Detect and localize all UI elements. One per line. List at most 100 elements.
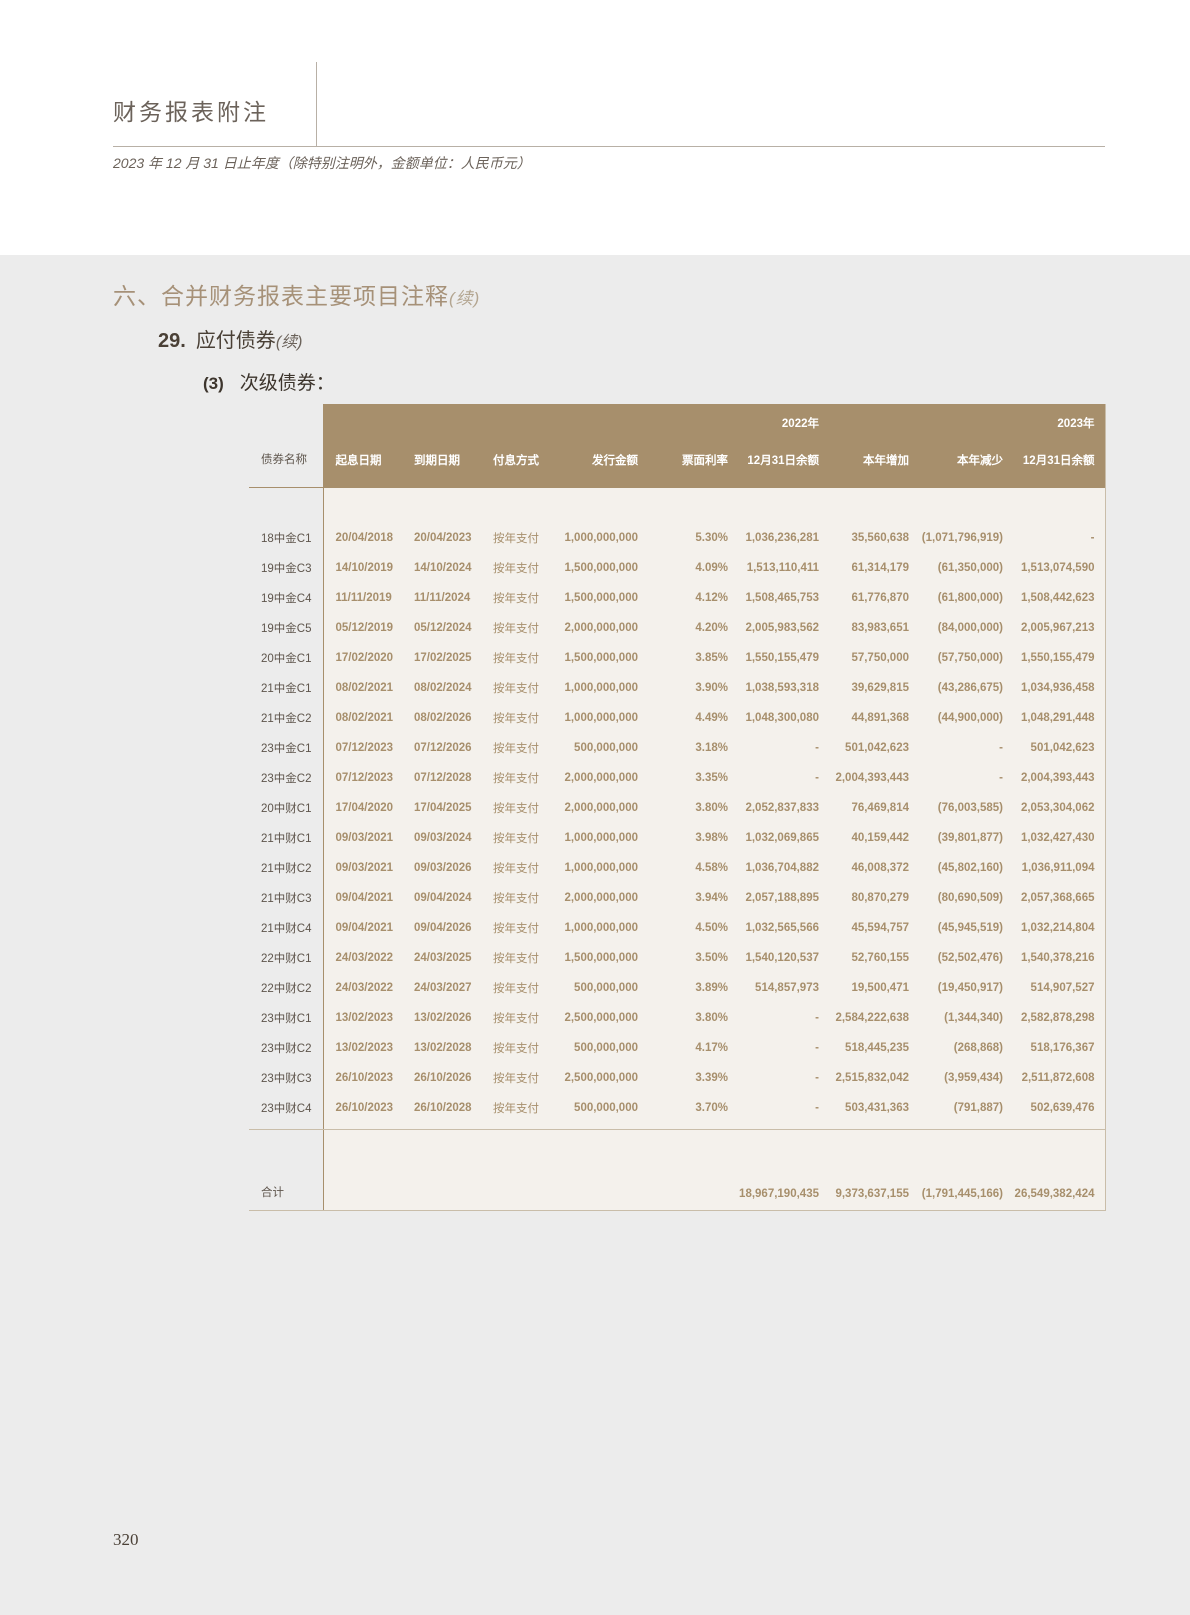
table-row: 21中金C2 08/02/2021 08/02/2026 按年支付 1,000,000,…: [249, 703, 1106, 733]
cell-balance-2022: -: [738, 1093, 829, 1123]
cell-balance-2022: 1,513,110,411: [738, 553, 829, 583]
cell-issue-amount: 1,500,000,000: [554, 583, 648, 613]
cell-coupon-rate: 4.58%: [648, 853, 738, 883]
col-header-bal2023-label: 12月31日余额: [1022, 454, 1095, 467]
table-row: 23中财C2 13/02/2023 13/02/2028 按年支付 500,000,00…: [249, 1033, 1106, 1063]
cell-coupon-rate: 3.89%: [648, 973, 738, 1003]
col-header-bal2022-year: 2022年: [781, 417, 819, 430]
cell-empty: [481, 1129, 554, 1211]
cell-bond-name: 21中财C2: [249, 853, 323, 883]
cell-balance-2022: -: [738, 733, 829, 763]
cell-balance-2023: 514,907,527: [1013, 973, 1106, 1003]
cell-balance-2023: 1,550,155,479: [1013, 643, 1106, 673]
cell-coupon-rate: 4.17%: [648, 1033, 738, 1063]
cell-increase: 501,042,623: [829, 733, 919, 763]
cell-bond-name: 23中财C1: [249, 1003, 323, 1033]
cell-total-balance-2023: 26,549,382,424: [1013, 1129, 1106, 1211]
cell-maturity-date: 08/02/2024: [402, 673, 481, 703]
subsection-number: 29.: [158, 330, 186, 352]
cell-bond-name: 23中财C2: [249, 1033, 323, 1063]
cell-balance-2022: 1,032,069,865: [738, 823, 829, 853]
cell-start-date: 14/10/2019: [322, 553, 402, 583]
cell-issue-amount: 500,000,000: [554, 733, 648, 763]
cell-total-balance-2022: 18,967,190,435: [738, 1129, 829, 1211]
cell-issue-amount: 2,500,000,000: [554, 1063, 648, 1093]
cell-balance-2022: -: [738, 1063, 829, 1093]
cell-maturity-date: 08/02/2026: [402, 703, 481, 733]
subordinated-bonds-table: 债券名称 起息日期 到期日期 付息方式 发行金额 票面利率 2022年 12月31…: [249, 404, 1106, 1211]
cell-coupon-rate: 3.18%: [648, 733, 738, 763]
cell-balance-2022: 2,057,188,895: [738, 883, 829, 913]
cell-start-date: 09/04/2021: [322, 883, 402, 913]
cell-start-date: 20/04/2018: [322, 523, 402, 553]
cell-coupon-rate: 4.09%: [648, 553, 738, 583]
col-header-decrease: 本年减少: [919, 404, 1013, 488]
cell-bond-name: 19中金C4: [249, 583, 323, 613]
cell-issue-amount: 2,000,000,000: [554, 763, 648, 793]
cell-bond-name: 20中金C1: [249, 643, 323, 673]
cell-balance-2022: 1,038,593,318: [738, 673, 829, 703]
section-title-text: 六、合并财务报表主要项目注释: [113, 283, 449, 309]
cell-decrease: (39,801,877): [919, 823, 1013, 853]
cell-total-label: 合计: [249, 1129, 323, 1211]
table-row: 21中财C2 09/03/2021 09/03/2026 按年支付 1,000,000,…: [249, 853, 1106, 883]
cell-issue-amount: 1,000,000,000: [554, 853, 648, 883]
document-title: 财务报表附注: [113, 100, 269, 125]
cell-payment-method: 按年支付: [481, 913, 554, 943]
cell-maturity-date: 09/04/2024: [402, 883, 481, 913]
cell-bond-name: 23中财C4: [249, 1093, 323, 1123]
cell-bond-name: 22中财C2: [249, 973, 323, 1003]
col-header-increase: 本年增加: [829, 404, 919, 488]
cell-increase: 45,594,757: [829, 913, 919, 943]
cell-issue-amount: 1,000,000,000: [554, 673, 648, 703]
cell-decrease: (1,071,796,919): [919, 523, 1013, 553]
cell-decrease: (61,350,000): [919, 553, 1013, 583]
cell-payment-method: 按年支付: [481, 523, 554, 553]
cell-payment-method: 按年支付: [481, 643, 554, 673]
cell-issue-amount: 1,500,000,000: [554, 943, 648, 973]
cell-balance-2022: 2,052,837,833: [738, 793, 829, 823]
cell-payment-method: 按年支付: [481, 553, 554, 583]
col-header-amount: 发行金额: [554, 404, 648, 488]
cell-balance-2023: 2,582,878,298: [1013, 1003, 1106, 1033]
table-spacer-top: [249, 487, 1106, 523]
table-row: 19中金C3 14/10/2019 14/10/2024 按年支付 1,500,000,…: [249, 553, 1106, 583]
cell-maturity-date: 07/12/2028: [402, 763, 481, 793]
table-row: 21中金C1 08/02/2021 08/02/2024 按年支付 1,000,000,…: [249, 673, 1106, 703]
cell-start-date: 07/12/2023: [322, 763, 402, 793]
table-row: 19中金C4 11/11/2019 11/11/2024 按年支付 1,500,000,…: [249, 583, 1106, 613]
cell-payment-method: 按年支付: [481, 763, 554, 793]
cell-maturity-date: 24/03/2027: [402, 973, 481, 1003]
cell-payment-method: 按年支付: [481, 1063, 554, 1093]
cell-bond-name: 21中财C3: [249, 883, 323, 913]
cell-increase: 83,983,651: [829, 613, 919, 643]
subsection-title-text: 应付债券: [195, 330, 276, 352]
cell-balance-2023: 1,540,378,216: [1013, 943, 1106, 973]
cell-start-date: 11/11/2019: [322, 583, 402, 613]
cell-balance-2023: 501,042,623: [1013, 733, 1106, 763]
cell-balance-2022: 1,032,565,566: [738, 913, 829, 943]
table-body: 18中金C1 20/04/2018 20/04/2023 按年支付 1,000,000,…: [249, 487, 1106, 1211]
cell-bond-name: 19中金C3: [249, 553, 323, 583]
cell-balance-2023: 2,053,304,062: [1013, 793, 1106, 823]
col-header-bal2023: 2023年 12月31日余额: [1013, 404, 1106, 488]
cell-start-date: 24/03/2022: [322, 943, 402, 973]
cell-issue-amount: 2,500,000,000: [554, 1003, 648, 1033]
cell-coupon-rate: 3.35%: [648, 763, 738, 793]
cell-decrease: (45,945,519): [919, 913, 1013, 943]
cell-increase: 2,584,222,638: [829, 1003, 919, 1033]
cell-increase: 39,629,815: [829, 673, 919, 703]
cell-payment-method: 按年支付: [481, 1033, 554, 1063]
cell-coupon-rate: 5.30%: [648, 523, 738, 553]
cell-balance-2022: 1,550,155,479: [738, 643, 829, 673]
table-header-row: 债券名称 起息日期 到期日期 付息方式 发行金额 票面利率 2022年 12月31…: [249, 404, 1106, 488]
cell-bond-name: 23中财C3: [249, 1063, 323, 1093]
cell-payment-method: 按年支付: [481, 703, 554, 733]
col-header-maturity: 到期日期: [402, 404, 481, 488]
cell-increase: 19,500,471: [829, 973, 919, 1003]
cell-balance-2023: 1,048,291,448: [1013, 703, 1106, 733]
cell-bond-name: 21中金C1: [249, 673, 323, 703]
cell-issue-amount: 500,000,000: [554, 1033, 648, 1063]
cell-increase: 518,445,235: [829, 1033, 919, 1063]
cell-issue-amount: 1,500,000,000: [554, 553, 648, 583]
